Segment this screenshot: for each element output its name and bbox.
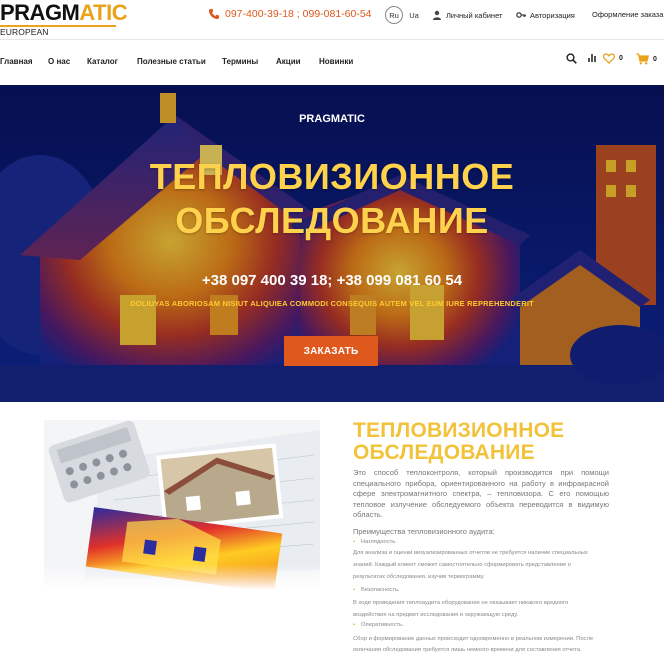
nav-item-about[interactable]: О нас — [48, 57, 70, 66]
search-icon — [566, 53, 577, 64]
nav-item-promo[interactable]: Акции — [276, 57, 301, 66]
safety-text-line1: В ходе проведения теплоаудита оборудован… — [353, 600, 569, 606]
hero-banner: PRAGMATIC ТЕПЛОВИЗИОННОЕ ОБСЛЕДОВАНИЕ +3… — [0, 85, 664, 402]
logo[interactable]: PRAGMATIC EUROPEAN TECHNOLOGIES — [0, 0, 128, 48]
lang-ua-button[interactable]: Ua — [406, 6, 422, 24]
bullet-safety: • Безопасность. — [353, 587, 400, 593]
compare-icon — [588, 54, 596, 62]
nav-item-articles[interactable]: Полезные статьи — [137, 57, 206, 66]
header-phone-text: 097-400-39-18 ; 099-081-60-54 — [225, 8, 372, 20]
heart-icon — [603, 53, 615, 64]
bullet-speed-title: Оперативность. — [361, 622, 404, 628]
clarity-text-line2: знаний. Каждый клиент сможет самостоятел… — [353, 562, 572, 568]
clarity-text-line1: Для анализа и оценки визуализированных о… — [353, 550, 588, 556]
checkout-label: Оформление заказа — [592, 10, 664, 19]
cabinet-link[interactable]: Личный кабинет — [432, 10, 502, 20]
top-bar: PRAGMATIC EUROPEAN TECHNOLOGIES 097-400-… — [0, 0, 664, 48]
search-button[interactable] — [566, 53, 577, 64]
order-button[interactable]: ЗАКАЗАТЬ — [284, 336, 378, 366]
hero-title-line2: ОБСЛЕДОВАНИЕ — [175, 200, 489, 241]
hero-title-line1: ТЕПЛОВИЗИОННОЕ — [149, 156, 515, 197]
bullet-clarity-title: Наглядность. — [361, 539, 397, 545]
cart-count: 0 — [653, 55, 657, 63]
cart-button[interactable]: 0 — [636, 53, 657, 65]
key-icon — [516, 12, 526, 18]
logo-word-highlight: ATIC — [79, 0, 128, 25]
advantages-title: Преимущества тепловизионного аудита: — [353, 527, 495, 536]
cart-icon — [636, 53, 649, 65]
section-title-line2: ОБСЛЕДОВАНИЕ — [353, 441, 535, 464]
section-intro: Это способ теплоконтроля, который произв… — [353, 468, 609, 519]
compare-button[interactable] — [588, 53, 596, 62]
section-title-line1: ТЕПЛОВИЗИОННОЕ — [353, 419, 565, 442]
logo-word-main: PRAGM — [0, 0, 80, 25]
wishlist-button[interactable]: 0 — [603, 53, 623, 64]
nav-item-catalog[interactable]: Каталог — [87, 57, 118, 66]
bullet-speed: • Оперативность. — [353, 622, 404, 628]
user-icon — [433, 10, 441, 20]
auth-label: Авторизация — [530, 10, 575, 20]
nav-item-new[interactable]: Новинки — [319, 57, 353, 66]
lang-ru-button[interactable]: Ru — [385, 6, 403, 24]
header-phone[interactable]: 097-400-39-18 ; 099-081-60-54 — [208, 8, 372, 20]
speed-text-line1: Сбор и формирование данных происходит од… — [353, 636, 594, 642]
thermal-inspection-photo — [44, 420, 320, 590]
bullet-clarity: • Наглядность. — [353, 539, 397, 545]
nav-item-terms[interactable]: Термины — [222, 57, 258, 66]
safety-text-line2: воздействия на предмет исследования и ок… — [353, 612, 519, 618]
speed-text-line2: окончания обследования требуется лишь не… — [353, 647, 582, 653]
clarity-text-line3: результатах обследования, изучив термогр… — [353, 574, 485, 580]
nav-item-home[interactable]: Главная — [0, 57, 33, 66]
bullet-dot: • — [353, 539, 356, 545]
cabinet-label: Личный кабинет — [446, 10, 503, 20]
hero-phones[interactable]: +38 097 400 39 18; +38 099 081 60 54 — [0, 272, 664, 289]
bullet-dot: • — [353, 622, 356, 628]
auth-link[interactable]: Авторизация — [516, 10, 575, 20]
main-nav: Главная О нас Каталог Полезные статьи Те… — [0, 40, 664, 84]
wishlist-count: 0 — [619, 55, 623, 62]
checkout-link[interactable]: Оформление заказа — [592, 10, 663, 19]
hero-brand: PRAGMATIC — [299, 113, 365, 125]
bullet-dot: • — [353, 587, 356, 593]
bullet-safety-title: Безопасность. — [361, 587, 400, 593]
phone-icon — [209, 9, 219, 19]
hero-tagline: DOLIUYAS ABORIOSAM NISIUT ALIQUIEA COMMO… — [130, 299, 534, 308]
